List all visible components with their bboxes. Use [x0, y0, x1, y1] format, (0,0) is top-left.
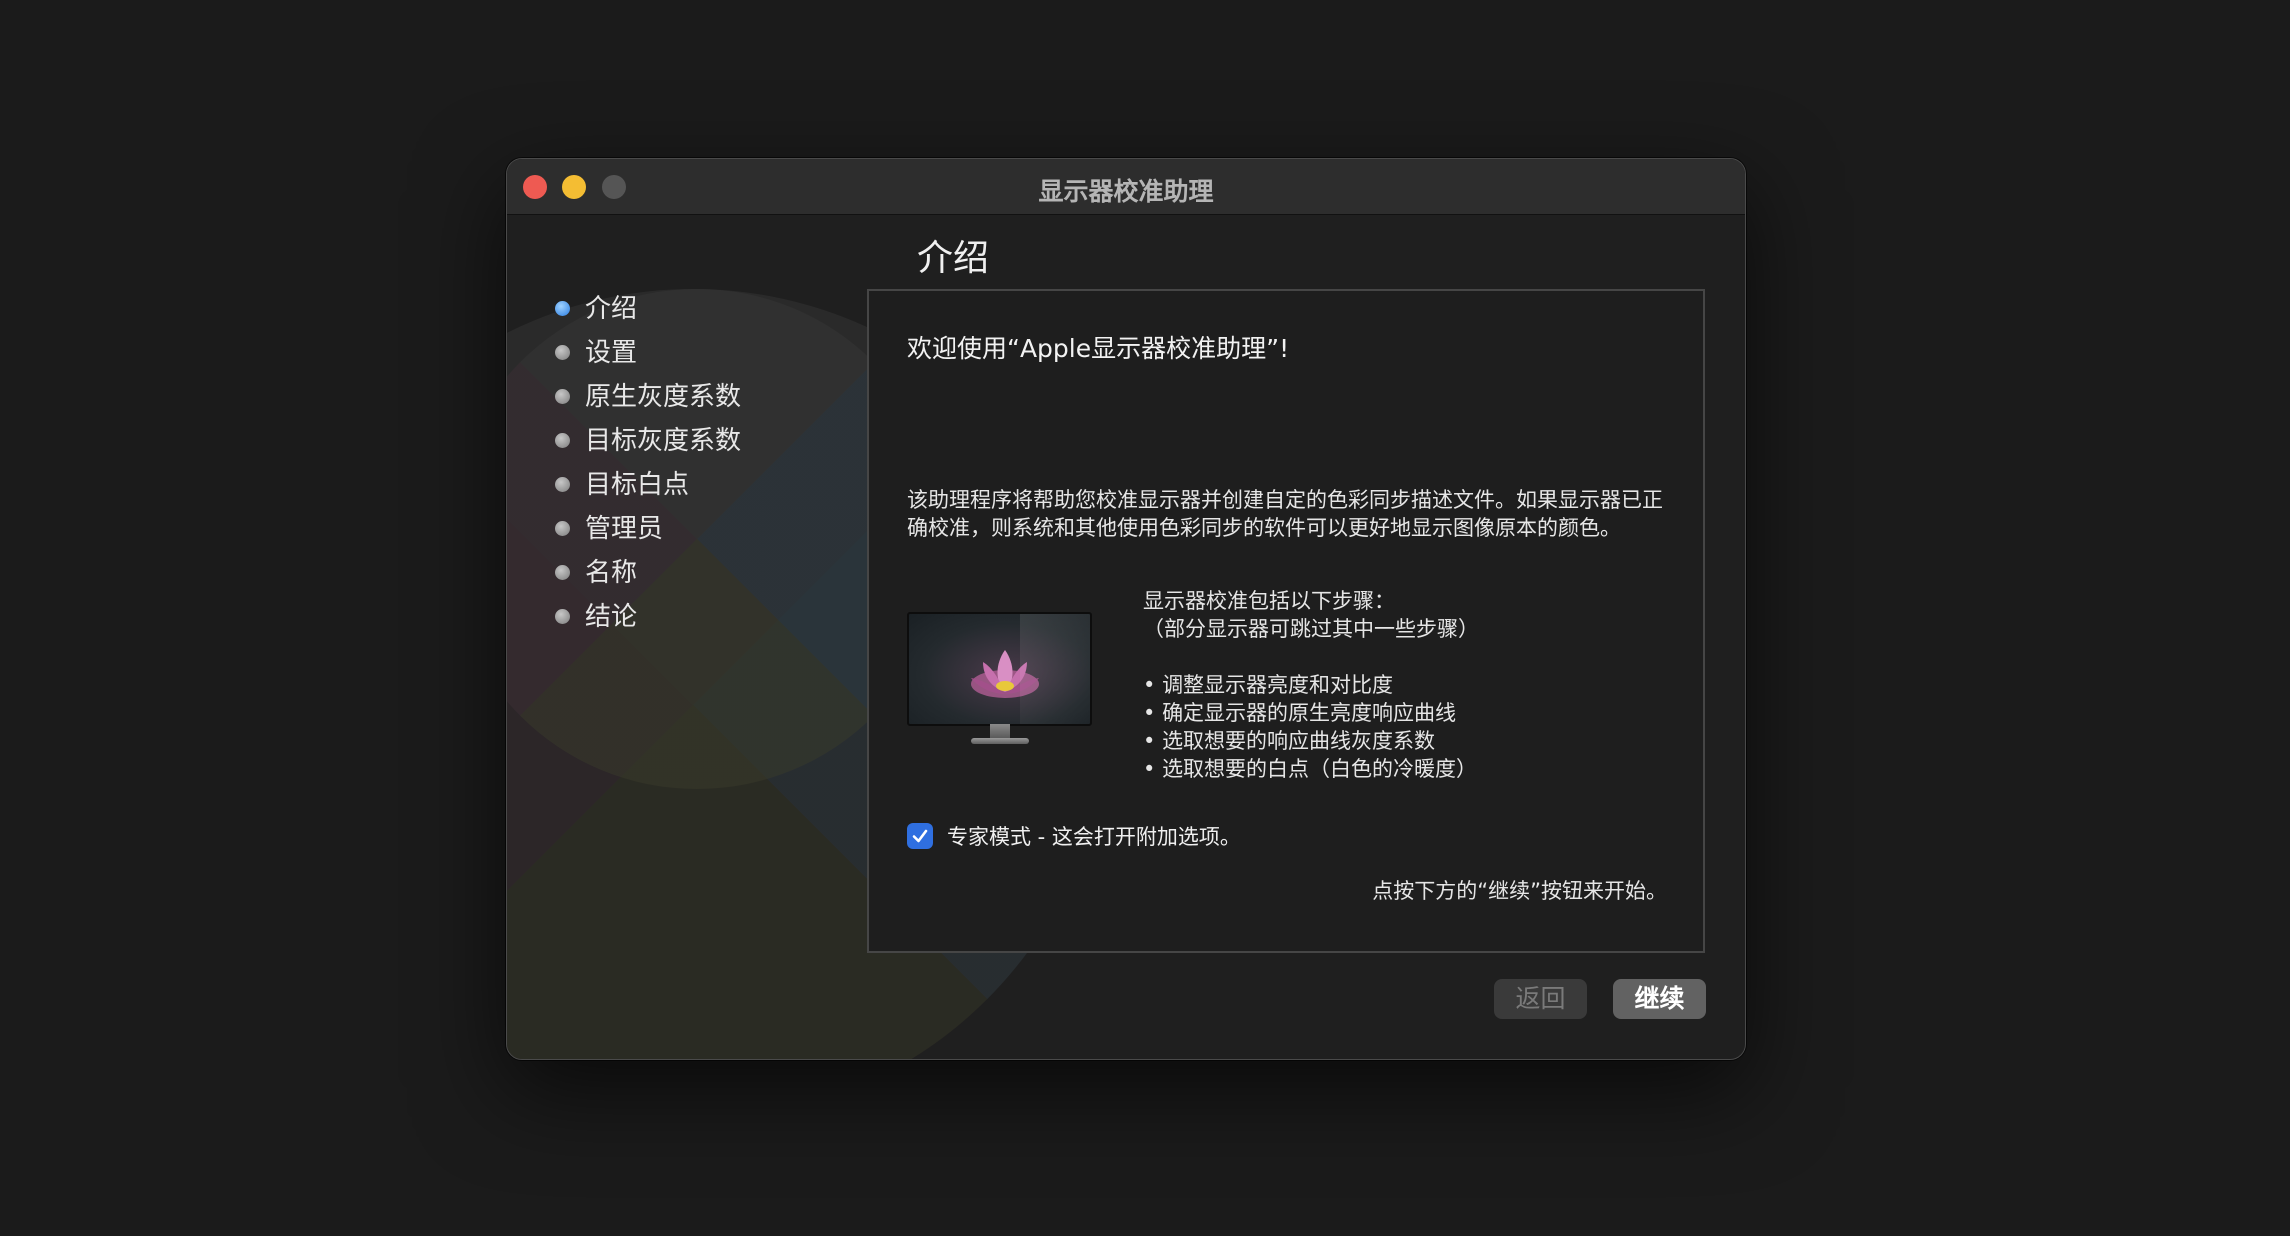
continue-hint: 点按下方的“继续”按钮来开始。 — [1372, 879, 1667, 903]
steps-intro-line1: 显示器校准包括以下步骤： — [1143, 589, 1395, 613]
expert-mode-option[interactable]: 专家模式 - 这会打开附加选项。 — [907, 821, 1241, 851]
step-bullet-icon — [555, 565, 570, 580]
continue-button[interactable]: 继续 — [1613, 979, 1706, 1019]
step-item-target-gamma: 目标灰度系数 — [547, 419, 741, 463]
step-item-name: 名称 — [547, 551, 741, 595]
step-item-target-white-point: 目标白点 — [547, 463, 741, 507]
step-label: 管理员 — [585, 514, 664, 544]
step-item-admin: 管理员 — [547, 507, 741, 551]
step-item-native-gamma: 原生灰度系数 — [547, 375, 741, 419]
step-bullet-icon — [555, 609, 570, 624]
steps-intro-line2: （部分显示器可跳过其中一些步骤） — [1143, 617, 1479, 641]
step-label: 名称 — [585, 558, 638, 588]
step-bullet-icon — [555, 433, 570, 448]
description-text: 该助理程序将帮助您校准显示器并创建自定的色彩同步描述文件。如果显示器已正确校准，… — [907, 488, 1663, 540]
step-item-setup: 设置 — [547, 331, 741, 375]
step-item-intro: 介绍 — [547, 287, 741, 331]
step-list: 介绍 设置 原生灰度系数 目标灰度系数 目标白点 管理员 名称 结论 — [547, 287, 741, 639]
calibration-steps-list: 调整显示器亮度和对比度 确定显示器的原生亮度响应曲线 选取想要的响应曲线灰度系数… — [1143, 671, 1477, 783]
step-bullet-icon — [555, 521, 570, 536]
step-bullet-icon — [555, 477, 570, 492]
content-panel: 欢迎使用“Apple显示器校准助理”! 该助理程序将帮助您校准显示器并创建自定的… — [867, 289, 1705, 953]
calibration-step-item: 选取想要的白点（白色的冷暖度） — [1143, 755, 1477, 783]
step-label: 介绍 — [585, 294, 638, 324]
monitor-foot — [971, 738, 1029, 744]
window-title: 显示器校准助理 — [1038, 177, 1214, 206]
back-button[interactable]: 返回 — [1494, 979, 1587, 1019]
monitor-screen — [907, 612, 1092, 726]
step-label: 原生灰度系数 — [585, 382, 742, 412]
calibrator-window: 显示器校准助理 介绍 设置 原生灰度系数 目标灰度系数 目标白点 管理员 名称 … — [506, 158, 1746, 1060]
step-bullet-icon — [555, 389, 570, 404]
step-label: 结论 — [585, 602, 638, 632]
steps-intro: 显示器校准包括以下步骤： （部分显示器可跳过其中一些步骤） — [1143, 587, 1479, 643]
step-label: 目标灰度系数 — [585, 426, 742, 456]
calibration-step-item: 选取想要的响应曲线灰度系数 — [1143, 727, 1477, 755]
step-item-conclusion: 结论 — [547, 595, 741, 639]
expert-mode-label[interactable]: 专家模式 - 这会打开附加选项。 — [947, 821, 1241, 851]
calibration-step-item: 确定显示器的原生亮度响应曲线 — [1143, 699, 1477, 727]
checkmark-icon — [912, 829, 928, 843]
step-label: 设置 — [585, 338, 638, 368]
active-step-bullet-icon — [555, 301, 570, 316]
section-title: 介绍 — [917, 238, 990, 279]
display-monitor-icon — [907, 612, 1092, 748]
step-bullet-icon — [555, 345, 570, 360]
calibration-step-item: 调整显示器亮度和对比度 — [1143, 671, 1477, 699]
title-bar[interactable]: 显示器校准助理 — [507, 159, 1745, 215]
screen-glare — [1020, 614, 1090, 724]
step-label: 目标白点 — [585, 470, 690, 500]
monitor-stand — [990, 724, 1010, 738]
welcome-heading: 欢迎使用“Apple显示器校准助理”! — [907, 334, 1290, 363]
expert-mode-checkbox[interactable] — [907, 823, 933, 849]
